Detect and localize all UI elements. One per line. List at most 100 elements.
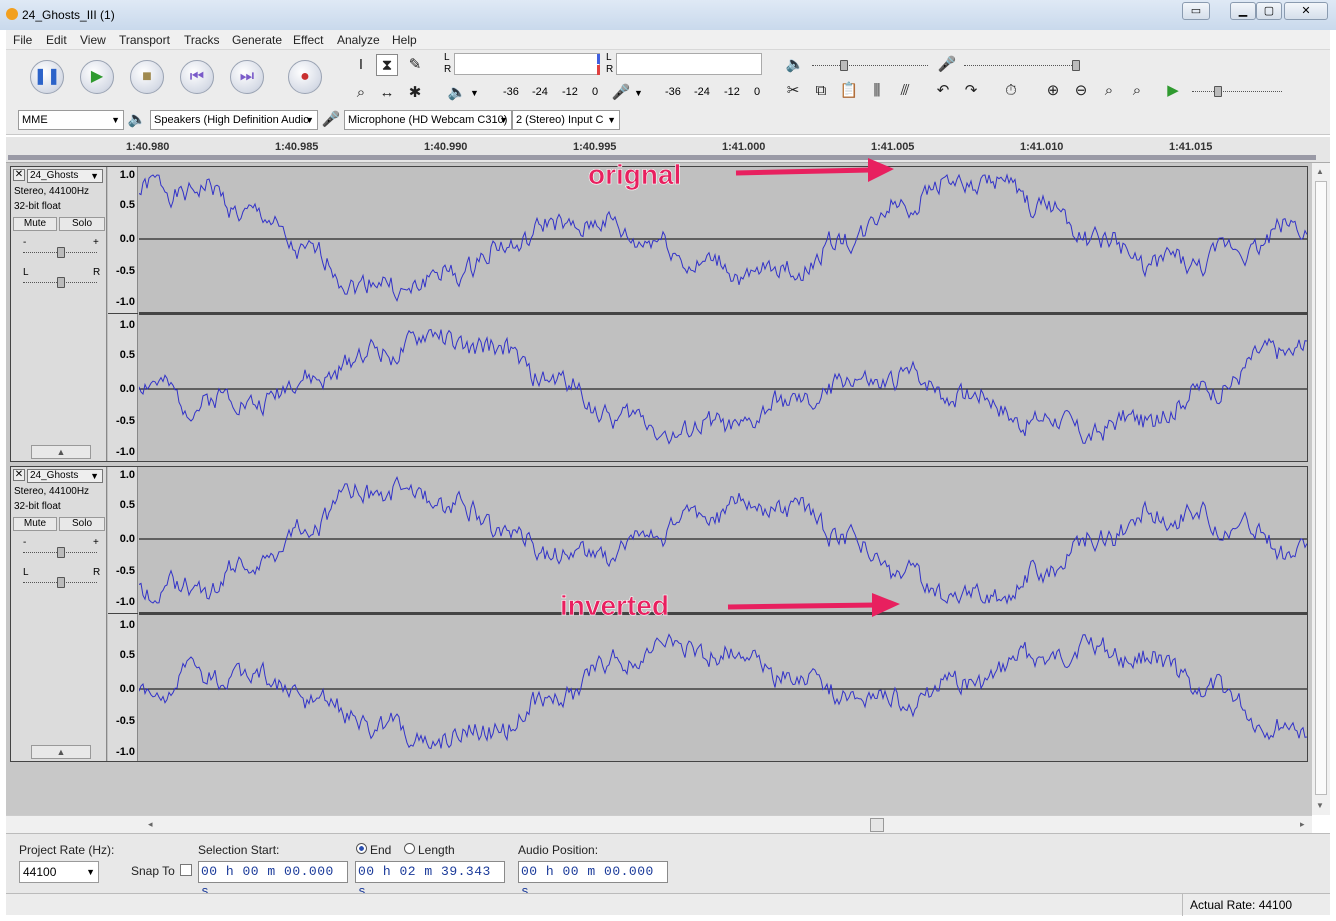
audio-position-label: Audio Position: <box>518 843 599 857</box>
gain-slider[interactable] <box>23 547 97 558</box>
output-volume-slider[interactable] <box>812 60 928 71</box>
project-rate-select[interactable]: 44100 ▼ <box>19 861 99 883</box>
scale-label: -1.0 <box>116 746 135 758</box>
output-device-select[interactable]: Speakers (High Definition Audio ▼ <box>150 110 318 130</box>
speaker-menu-icon[interactable]: ▼ <box>470 88 479 98</box>
snap-to-checkbox[interactable] <box>180 864 192 876</box>
close-track-icon[interactable]: ✕ <box>13 469 25 481</box>
gain-slider[interactable] <box>23 247 97 258</box>
scroll-thumb[interactable] <box>870 818 884 832</box>
tick-label: 1:41.005 <box>871 141 915 153</box>
draw-tool-icon[interactable]: ✎ <box>404 54 426 76</box>
input-device-select[interactable]: Microphone (HD Webcam C310) ▼ <box>344 110 512 130</box>
length-label: Length <box>418 843 455 857</box>
paste-icon[interactable]: 📋 <box>838 80 860 102</box>
output-volume-icon: 🔈 <box>785 56 805 73</box>
menu-file[interactable]: File <box>13 33 32 47</box>
trim-icon[interactable]: ⫼ <box>866 80 888 102</box>
close-track-icon[interactable]: ✕ <box>13 169 25 181</box>
record-button[interactable]: ● <box>288 60 322 94</box>
record-meter[interactable] <box>616 53 762 75</box>
multi-tool-icon[interactable]: ✱ <box>404 82 426 104</box>
waveform-inverted[interactable] <box>139 467 1307 761</box>
audio-position-field[interactable]: 00 h 00 m 00.000 s <box>518 861 668 899</box>
meter-r-label: R <box>444 64 452 75</box>
menu-analyze[interactable]: Analyze <box>337 33 380 47</box>
input-volume-slider[interactable] <box>964 60 1080 71</box>
menu-generate[interactable]: Generate <box>232 33 282 47</box>
mic-menu-icon[interactable]: ▼ <box>634 88 643 98</box>
play-speed-slider[interactable] <box>1192 86 1282 97</box>
scale-label: 1.0 <box>119 469 135 481</box>
menu-edit[interactable]: Edit <box>46 33 67 47</box>
playback-meter[interactable] <box>454 53 600 75</box>
audio-host-select[interactable]: MME ▼ <box>18 110 124 130</box>
menu-transport[interactable]: Transport <box>119 33 170 47</box>
waveform-original[interactable] <box>139 167 1307 461</box>
undo-icon[interactable]: ↶ <box>932 80 954 102</box>
selection-tool-icon[interactable]: I <box>350 54 372 76</box>
timeline-ruler[interactable]: 1:40.980 1:40.985 1:40.990 1:40.995 1:41… <box>6 137 1330 163</box>
envelope-tool-icon[interactable]: ⧗ <box>376 54 398 76</box>
vertical-scrollbar[interactable]: ▲ ▼ <box>1312 163 1330 815</box>
meter-l-label: L <box>444 52 450 63</box>
play-at-speed-icon[interactable]: ▶ <box>1162 80 1184 102</box>
collapse-track-button[interactable]: ▲ <box>31 445 91 459</box>
audio-track-inverted[interactable]: ✕ 24_Ghosts ▼ Stereo, 44100Hz 32-bit floa… <box>10 466 1308 762</box>
skip-start-button[interactable]: ⏮ <box>180 60 214 94</box>
timeshift-tool-icon[interactable]: ↔ <box>376 82 398 104</box>
snap-icon[interactable]: ▭ <box>1182 2 1210 20</box>
menu-tracks[interactable]: Tracks <box>184 33 220 47</box>
sync-lock-icon[interactable]: ⏱ <box>1000 80 1022 102</box>
selection-end-field[interactable]: 00 h 02 m 39.343 s <box>355 861 505 899</box>
window-title: 24_Ghosts_III (1) <box>22 8 115 22</box>
zoom-tool-icon[interactable]: ⌕ <box>350 82 372 104</box>
collapse-track-button[interactable]: ▲ <box>31 745 91 759</box>
play-button[interactable]: ▶ <box>80 60 114 94</box>
scale-label: 0.5 <box>119 199 135 211</box>
end-radio[interactable] <box>356 843 367 854</box>
silence-icon[interactable]: ⫻ <box>894 80 916 102</box>
rec-meter-l-label: L <box>606 52 612 63</box>
fit-project-icon[interactable]: ⌕ <box>1126 80 1148 102</box>
maximize-button[interactable]: ▢ <box>1256 2 1282 20</box>
input-channels-select[interactable]: 2 (Stereo) Input C ▼ <box>512 110 620 130</box>
mute-button[interactable]: Mute <box>13 517 57 531</box>
scale-label: 0.0 <box>119 383 135 395</box>
fit-selection-icon[interactable]: ⌕ <box>1098 80 1120 102</box>
selection-start-field[interactable]: 00 h 00 m 00.000 s <box>198 861 348 899</box>
stop-button[interactable]: ■ <box>130 60 164 94</box>
zoom-in-icon[interactable]: ⊕ <box>1042 80 1064 102</box>
meter-scale-36: -36 <box>503 86 519 98</box>
horizontal-scrollbar[interactable]: ◂ ▸ <box>6 815 1312 833</box>
solo-button[interactable]: Solo <box>59 517 105 531</box>
solo-button[interactable]: Solo <box>59 217 105 231</box>
audio-track-original[interactable]: ✕ 24_Ghosts ▼ Stereo, 44100Hz 32-bit floa… <box>10 166 1308 462</box>
meter-scale-12: -12 <box>562 86 578 98</box>
scale-label: 0.0 <box>119 233 135 245</box>
pause-button[interactable]: ❚❚ <box>30 60 64 94</box>
tick-label: 1:40.990 <box>424 141 468 153</box>
track-name-menu[interactable]: 24_Ghosts ▼ <box>27 469 103 483</box>
menu-view[interactable]: View <box>80 33 106 47</box>
pan-slider[interactable] <box>23 277 97 288</box>
track-name-menu[interactable]: 24_Ghosts ▼ <box>27 169 103 183</box>
menu-effect[interactable]: Effect <box>293 33 323 47</box>
menu-help[interactable]: Help <box>392 33 417 47</box>
tick-label: 1:40.995 <box>573 141 617 153</box>
zoom-out-icon[interactable]: ⊖ <box>1070 80 1092 102</box>
actual-rate-status: Actual Rate: 44100 <box>1190 898 1293 912</box>
scale-label: 0.5 <box>119 649 135 661</box>
cut-icon[interactable]: ✂ <box>782 80 804 102</box>
mute-button[interactable]: Mute <box>13 217 57 231</box>
track-control-panel: ✕ 24_Ghosts ▼ Stereo, 44100Hz 32-bit floa… <box>11 167 107 461</box>
redo-icon[interactable]: ↷ <box>960 80 982 102</box>
copy-icon[interactable]: ⧉ <box>810 80 832 102</box>
pan-slider[interactable] <box>23 577 97 588</box>
close-button[interactable]: ✕ <box>1284 2 1328 20</box>
scale-label: 1.0 <box>119 169 135 181</box>
skip-end-button[interactable]: ⏭ <box>230 60 264 94</box>
minimize-button[interactable]: ▁ <box>1230 2 1256 20</box>
length-radio[interactable] <box>404 843 415 854</box>
meter-scale-24: -24 <box>532 86 548 98</box>
